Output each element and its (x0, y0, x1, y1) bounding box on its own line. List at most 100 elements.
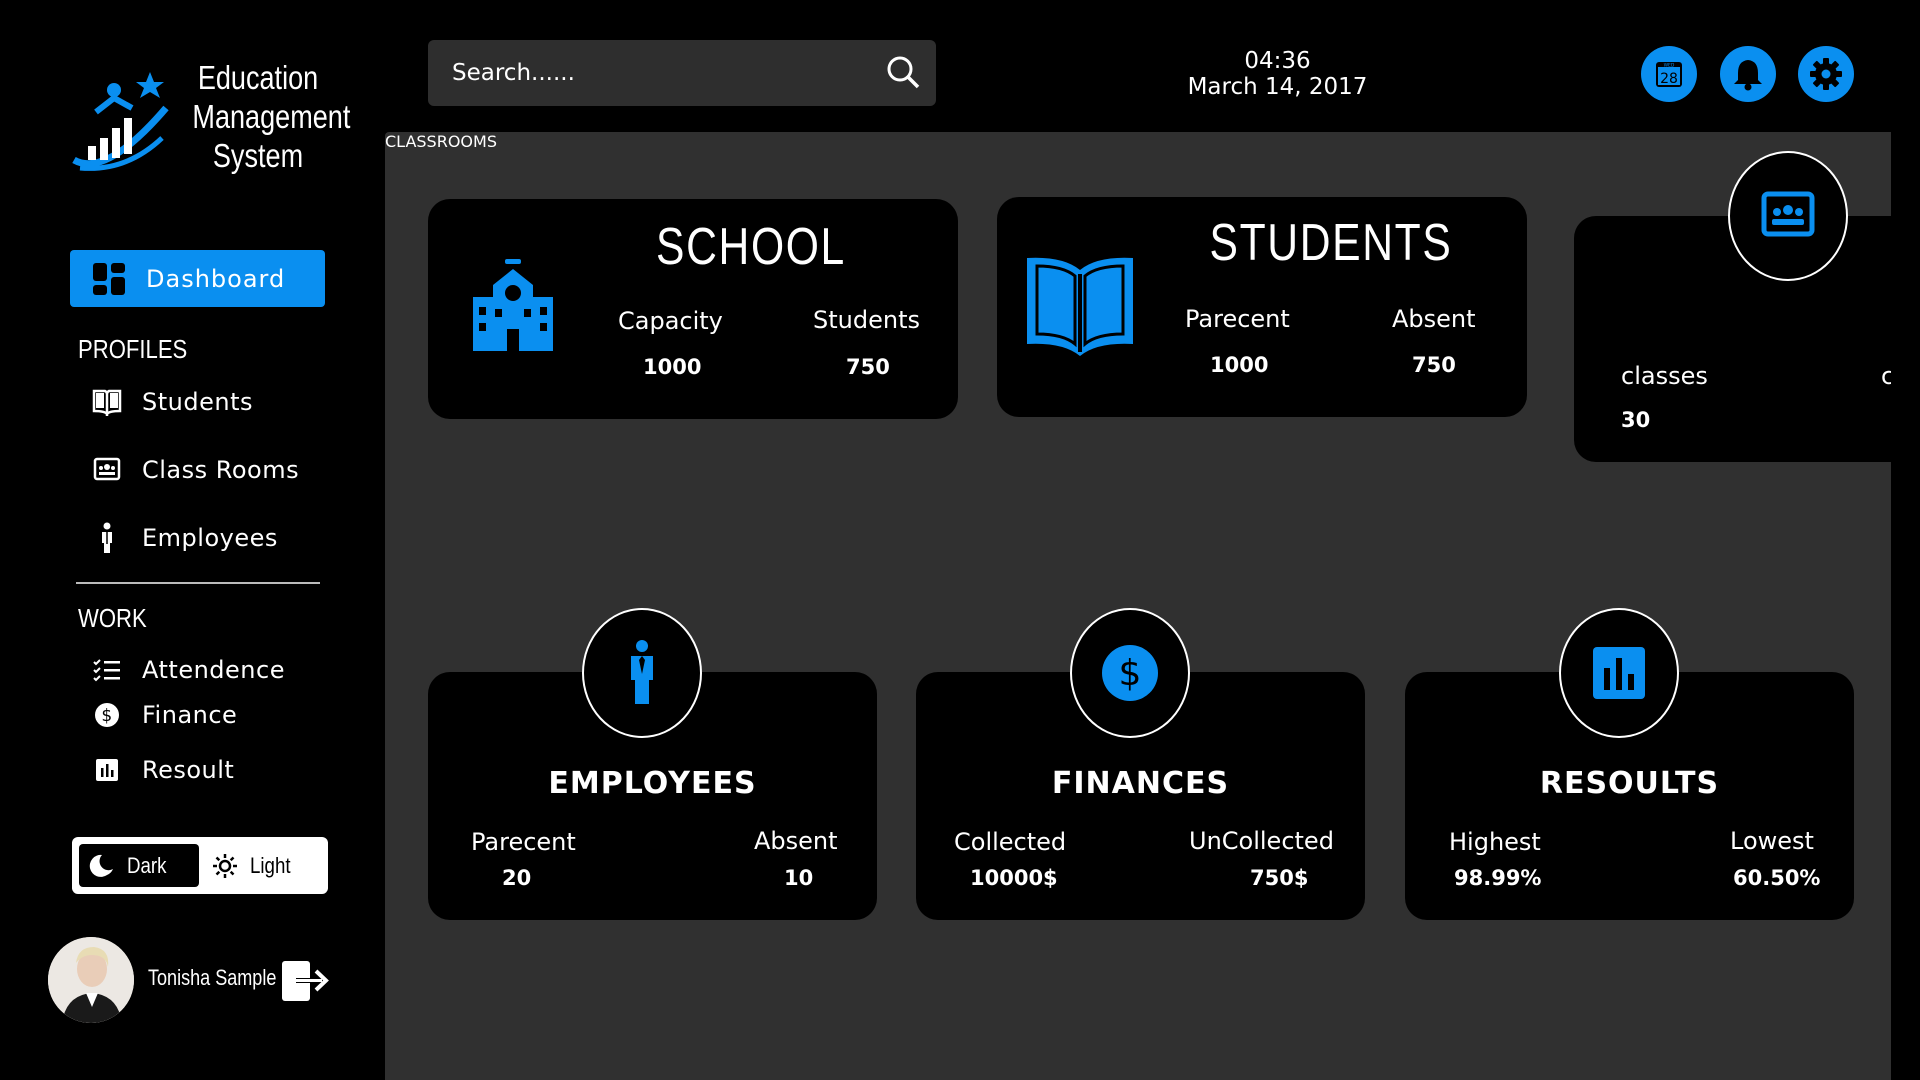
search-input[interactable] (452, 60, 852, 86)
book-icon (92, 387, 122, 417)
students-absent-label: Absent (1392, 305, 1476, 333)
gear-icon (1810, 58, 1842, 90)
classrooms-card[interactable]: classes 30 ca (1574, 216, 1891, 462)
checklist-icon (92, 655, 122, 685)
logout-icon (282, 961, 329, 1001)
sidebar-item-label: Dashboard (146, 264, 286, 293)
school-card[interactable]: SCHOOL Capacity 1000 Students 750 (428, 199, 958, 419)
employees-present-label: Parecent (471, 828, 576, 856)
user-name: Tonisha Sample (148, 965, 277, 990)
sidebar: Education Management System Dashboard PR… (0, 0, 385, 1080)
classrooms-badge (1728, 151, 1848, 281)
classrooms-capacity-label: ca (1881, 362, 1891, 390)
students-present-value: 1000 (1210, 353, 1269, 377)
search-icon[interactable] (884, 53, 922, 91)
moon-icon (89, 854, 113, 877)
students-title: STUDENTS (1209, 214, 1453, 272)
sidebar-item-label: Employees (142, 524, 278, 552)
employees-present-value: 20 (502, 866, 532, 890)
sidebar-item-attendence[interactable]: Attendence (92, 655, 285, 685)
employees-absent-label: Absent (754, 827, 838, 855)
students-absent-value: 750 (1412, 353, 1456, 377)
time-text: 04:36 (1244, 48, 1311, 74)
person-icon (92, 522, 122, 553)
results-highest-label: Highest (1449, 828, 1541, 856)
avatar[interactable] (48, 937, 134, 1023)
finances-collected-value: 10000$ (970, 866, 1058, 890)
school-students-label: Students (813, 306, 920, 334)
user-profile[interactable]: Tonisha Sample (48, 937, 338, 1023)
theme-option-dark[interactable]: Dark (79, 844, 199, 887)
sidebar-item-label: Finance (142, 701, 238, 729)
notifications-button[interactable] (1720, 46, 1776, 102)
app-logo[interactable]: Education Management System (66, 58, 351, 178)
employees-title: EMPLOYEES (548, 766, 757, 801)
sidebar-item-dashboard[interactable]: Dashboard (70, 250, 325, 307)
employee-icon (631, 640, 653, 704)
work-heading: WORK (78, 603, 147, 633)
logo-line-1: Education (197, 59, 319, 96)
school-capacity-label: Capacity (618, 307, 723, 335)
results-lowest-label: Lowest (1730, 827, 1814, 855)
finances-collected-label: Collected (954, 828, 1067, 856)
logo-line-2: Management (192, 98, 351, 135)
settings-button[interactable] (1798, 46, 1854, 102)
search-bar[interactable] (428, 40, 936, 106)
classroom-icon (92, 455, 122, 485)
dashboard-icon (93, 262, 125, 295)
sidebar-item-label: Resoult (142, 756, 235, 784)
results-lowest-value: 60.50% (1733, 866, 1821, 890)
school-icon (473, 259, 553, 351)
finances-badge: $ (1070, 608, 1190, 738)
calendar-icon: 28 WED (1656, 62, 1682, 87)
bar-chart-icon (92, 755, 122, 785)
theme-dark-label: Dark (127, 852, 167, 878)
classrooms-classes-label: classes (1621, 362, 1708, 390)
employees-absent-value: 10 (784, 866, 814, 890)
school-students-value: 750 (846, 355, 890, 379)
school-title: SCHOOL (656, 218, 846, 276)
sidebar-item-label: Attendence (142, 656, 285, 684)
calendar-button[interactable]: 28 WED (1641, 46, 1697, 102)
results-title: RESOULTS (1539, 766, 1720, 801)
finances-uncollected-value: 750$ (1250, 866, 1309, 890)
classrooms-classes-value: 30 (1621, 408, 1651, 432)
classrooms-title: CLASSROOMS (385, 132, 497, 151)
students-card[interactable]: STUDENTS Parecent 1000 Absent 750 (997, 197, 1527, 417)
datetime-display: 04:36 March 14, 2017 (1150, 48, 1405, 100)
svg-text:$: $ (1119, 653, 1142, 694)
employees-badge (582, 608, 702, 738)
finances-uncollected-label: UnCollected (1189, 827, 1334, 855)
logo-icon (72, 72, 169, 171)
date-text: March 14, 2017 (1187, 74, 1368, 100)
finances-title: FINANCES (1051, 766, 1230, 801)
dollar-icon: $ (1102, 645, 1158, 701)
sidebar-item-finance[interactable]: $ Finance (92, 700, 237, 730)
calendar-day: 28 (1660, 71, 1678, 87)
dollar-coin-icon: $ (92, 700, 122, 730)
classroom-board-icon (1761, 191, 1815, 237)
open-book-icon (1027, 257, 1133, 356)
school-capacity-value: 1000 (643, 355, 702, 379)
sidebar-item-label: Students (142, 388, 253, 416)
theme-toggle[interactable]: Dark Light (72, 837, 328, 894)
sidebar-item-employees[interactable]: Employees (92, 522, 278, 553)
profiles-heading: PROFILES (78, 334, 188, 364)
chart-icon (1593, 647, 1645, 699)
sidebar-divider (76, 582, 320, 584)
theme-option-light[interactable]: Light (212, 844, 298, 887)
sidebar-item-resoult[interactable]: Resoult (92, 755, 234, 785)
theme-light-label: Light (250, 852, 291, 878)
sidebar-item-label: Class Rooms (142, 456, 300, 484)
svg-text:$: $ (101, 706, 112, 726)
sidebar-item-students[interactable]: Students (92, 387, 253, 417)
results-badge (1559, 608, 1679, 738)
bell-icon (1734, 60, 1762, 91)
logout-button[interactable] (282, 959, 330, 1007)
logo-line-3: System (212, 137, 304, 174)
results-highest-value: 98.99% (1454, 866, 1542, 890)
sun-icon (213, 853, 237, 878)
dashboard-panel: SCHOOL Capacity 1000 Students 750 STUDEN… (385, 132, 1891, 1080)
calendar-month: WED (1664, 63, 1675, 69)
sidebar-item-classrooms[interactable]: Class Rooms (92, 455, 299, 485)
